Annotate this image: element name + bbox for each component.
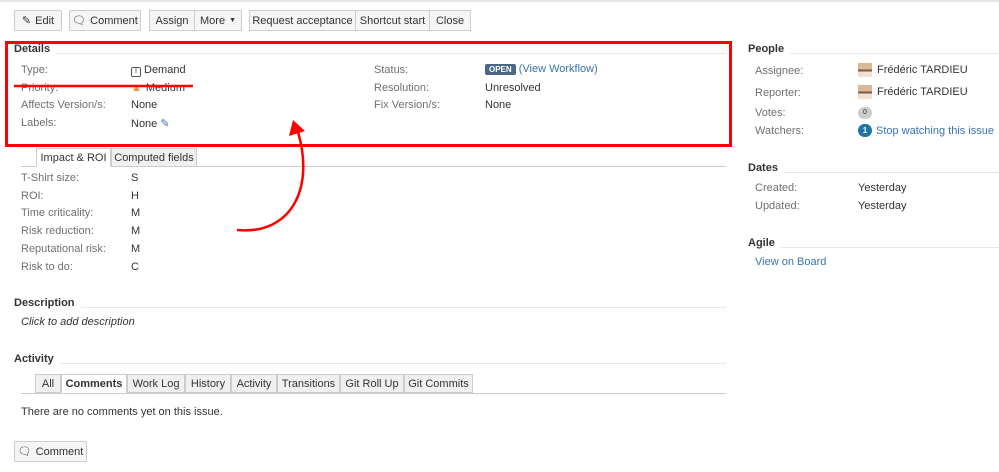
details-heading: Details <box>14 43 57 55</box>
custom-field-label: Risk reduction: <box>21 225 94 237</box>
activity-tab[interactable]: Git Commits <box>404 374 473 393</box>
activity-tab[interactable]: Comments <box>61 374 127 393</box>
highlight-box <box>5 41 732 147</box>
custom-field-label: ROI: <box>21 190 44 202</box>
created-value: Yesterday <box>858 182 907 194</box>
custom-field-label: Reputational risk: <box>21 243 106 255</box>
priority-label: Priority: <box>21 82 59 94</box>
custom-field-value: S <box>131 172 139 184</box>
edit-pencil-icon[interactable]: ✎ <box>160 118 169 130</box>
votes-badge[interactable]: 0 <box>858 107 872 119</box>
labels-label: Labels: <box>21 117 57 129</box>
curved-arrow <box>236 131 305 232</box>
stop-watching-link[interactable]: Stop watching this issue <box>876 125 994 137</box>
add-comment-button[interactable]: 🗨 Comment <box>14 441 87 462</box>
caret-down-icon: ▼ <box>229 17 236 24</box>
edit-button[interactable]: ✎ Edit <box>14 10 62 31</box>
description-divider <box>14 307 726 308</box>
view-workflow-link[interactable]: (View Workflow) <box>519 63 598 75</box>
status-label: Status: <box>374 64 409 76</box>
comment-button[interactable]: 🗨 Comment <box>69 10 141 31</box>
activity-heading: Activity <box>14 353 60 365</box>
fix-version-label: Fix Version/s: <box>374 99 441 111</box>
more-button[interactable]: More ▼ <box>194 10 242 31</box>
pencil-icon: ✎ <box>21 15 32 27</box>
agile-heading: Agile <box>748 237 781 249</box>
custom-field-label: T-Shirt size: <box>21 172 80 184</box>
dates-divider <box>748 172 999 173</box>
activity-tab[interactable]: Activity <box>231 374 277 393</box>
tab-computed-fields[interactable]: Computed fields <box>111 148 197 167</box>
activity-tab[interactable]: Git Roll Up <box>340 374 404 393</box>
custom-field-value: M <box>131 243 141 255</box>
description-heading: Description <box>14 297 81 309</box>
type-label: Type: <box>21 64 48 76</box>
people-heading: People <box>748 43 791 55</box>
no-comments-message: There are no comments yet on this issue. <box>21 406 223 418</box>
activity-divider <box>14 363 726 364</box>
priority-medium-icon: ▲ <box>131 82 142 94</box>
activity-tab[interactable]: Transitions <box>277 374 340 393</box>
custom-field-label: Risk to do: <box>21 261 73 273</box>
view-on-board-link[interactable]: View on Board <box>755 256 826 268</box>
reporter-name[interactable]: Frédéric TARDIEU <box>877 86 968 98</box>
status-value: OPEN (View Workflow) <box>485 63 598 75</box>
custom-field-value: M <box>131 207 141 219</box>
details-divider <box>14 53 726 54</box>
arrow-head-icon <box>289 120 305 136</box>
updated-value: Yesterday <box>858 200 907 212</box>
type-value: I Demand <box>131 64 186 77</box>
updated-label: Updated: <box>755 200 800 212</box>
activity-tab[interactable]: History <box>185 374 231 393</box>
affects-version-label: Affects Version/s: <box>21 99 106 111</box>
reporter-label: Reporter: <box>755 87 801 99</box>
tab-impact-roi[interactable]: Impact & ROI <box>36 148 111 167</box>
fix-version-value: None <box>485 99 512 111</box>
created-label: Created: <box>755 182 798 194</box>
activity-tab[interactable]: All <box>35 374 61 393</box>
assignee-label: Assignee: <box>755 65 804 77</box>
priority-value: ▲ Medium <box>131 82 186 94</box>
assignee-name[interactable]: Frédéric TARDIEU <box>877 64 968 76</box>
activity-tab[interactable]: Work Log <box>127 374 185 393</box>
assignee-avatar <box>858 63 872 77</box>
resolution-value: Unresolved <box>485 82 541 94</box>
demand-type-icon: I <box>131 67 141 77</box>
comment-icon: 🗨 <box>17 446 32 458</box>
dates-heading: Dates <box>748 162 784 174</box>
reporter-avatar <box>858 85 872 99</box>
top-divider <box>0 0 999 2</box>
watchers-label: Watchers: <box>755 125 805 137</box>
activity-tabs-divider <box>21 393 726 394</box>
request-acceptance-button[interactable]: Request acceptance <box>249 10 356 31</box>
custom-field-value: H <box>131 190 139 202</box>
description-field[interactable]: Click to add description <box>21 316 135 328</box>
custom-field-value: M <box>131 225 141 237</box>
agile-divider <box>748 247 999 248</box>
custom-field-label: Time criticality: <box>21 207 94 219</box>
status-badge: OPEN <box>485 64 516 75</box>
resolution-label: Resolution: <box>374 82 430 94</box>
close-button[interactable]: Close <box>429 10 471 31</box>
labels-value[interactable]: None ✎ <box>131 117 170 130</box>
assign-button[interactable]: Assign <box>149 10 195 31</box>
watchers-badge[interactable]: 1 <box>858 124 872 137</box>
votes-label: Votes: <box>755 107 786 119</box>
comment-icon: 🗨 <box>72 15 87 27</box>
custom-field-value: C <box>131 261 139 273</box>
affects-version-value: None <box>131 99 158 111</box>
shortcut-start-button[interactable]: Shortcut start <box>355 10 430 31</box>
